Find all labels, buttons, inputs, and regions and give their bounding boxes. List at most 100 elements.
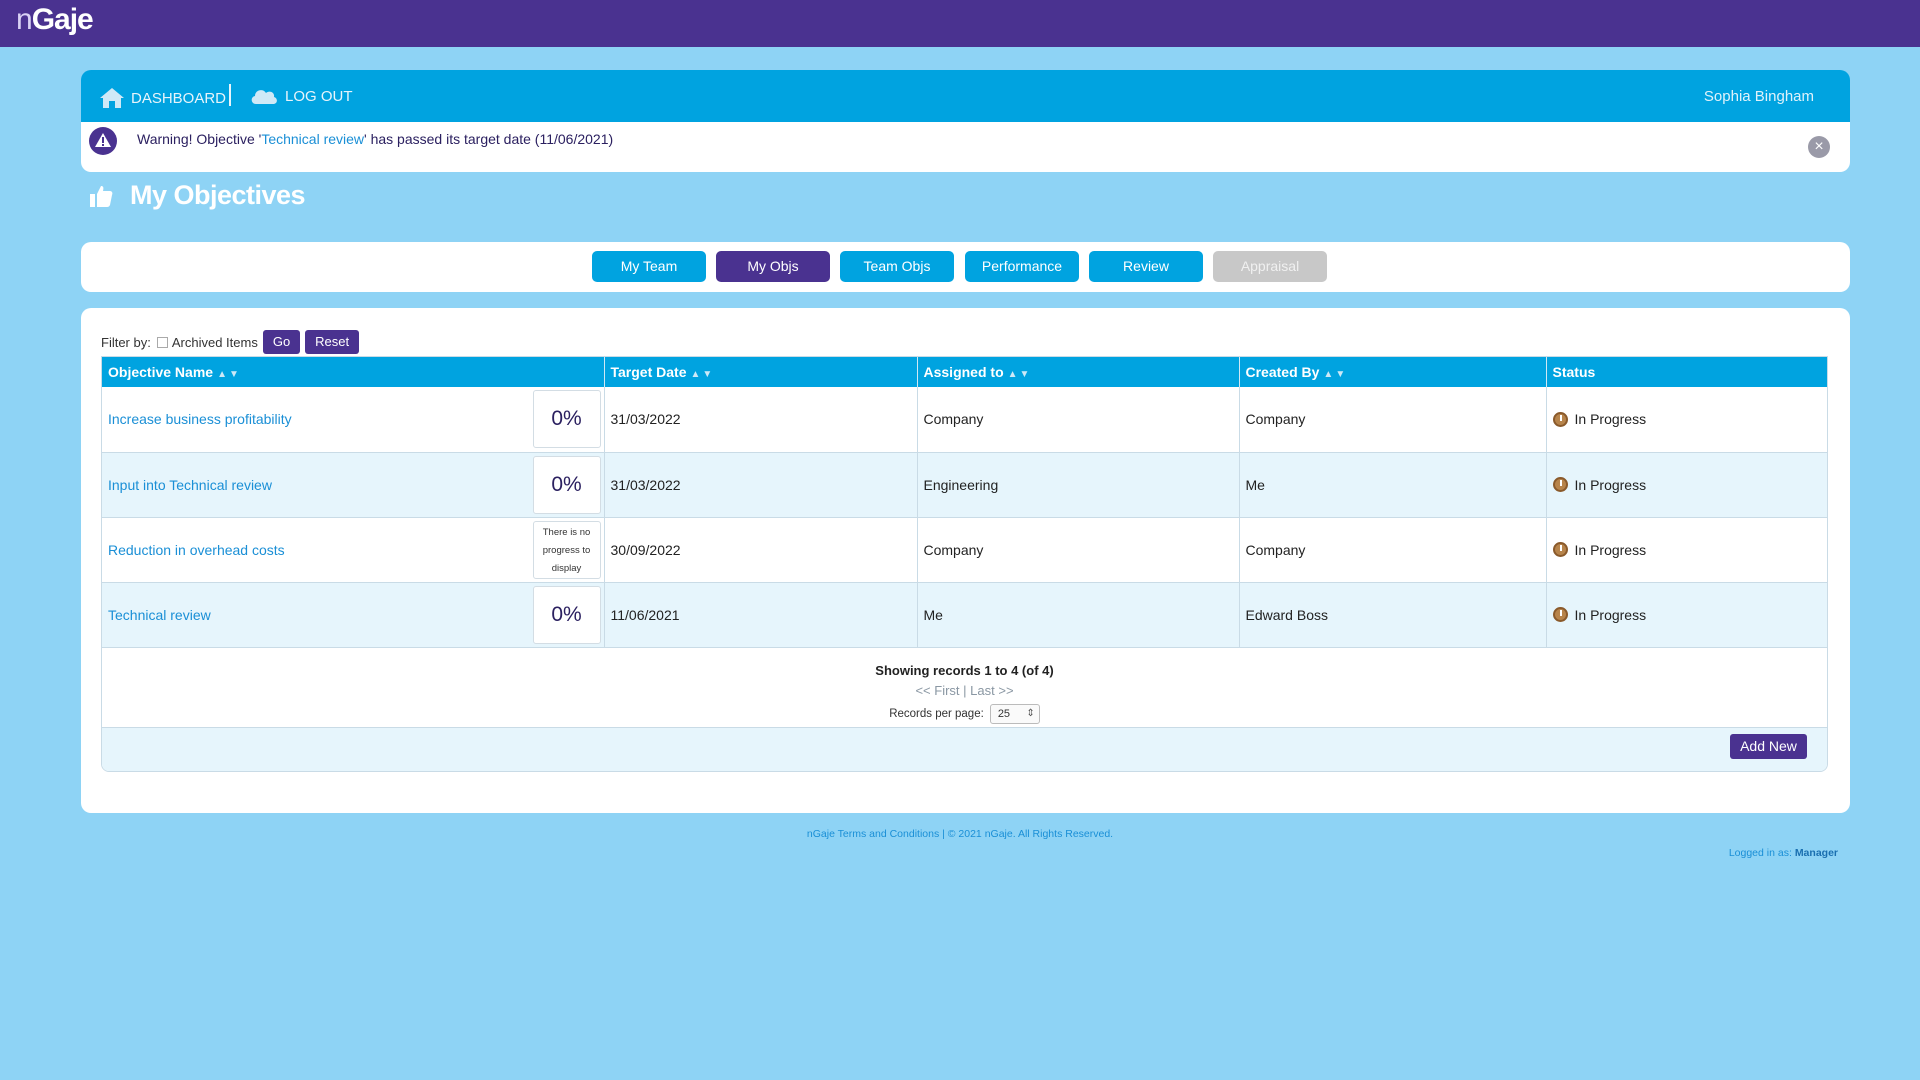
logged-in-label: Logged in as: — [1728, 847, 1792, 859]
created-by: Me — [1239, 452, 1547, 518]
progress-value: 0% — [551, 472, 582, 496]
thumbs-up-icon — [90, 185, 113, 207]
filter-row: Filter by: Archived Items Go Reset — [101, 330, 360, 354]
table-header-row: Objective Name ▲▼ Target Date ▲▼ Assigned … — [102, 357, 1827, 387]
objective-link[interactable]: Input into Technical review — [108, 477, 272, 493]
assigned-to: Company — [917, 517, 1240, 583]
dashboard-label: DASHBOARD — [131, 89, 227, 107]
tab-appraisal: Appraisal — [1213, 251, 1327, 282]
warning-banner: Warning! Objective 'Technical review' ha… — [81, 122, 1850, 172]
progress-box: 0% — [532, 390, 601, 448]
objective-link[interactable]: Increase business profitability — [108, 411, 292, 427]
close-icon[interactable]: × — [1808, 136, 1830, 158]
reset-button[interactable]: Reset — [305, 330, 360, 354]
target-date: 11/06/2021 — [604, 582, 918, 648]
logged-in-info: Logged in as: Manager — [1729, 847, 1838, 859]
status-text: In Progress — [1574, 541, 1647, 558]
status-badge: In Progress — [1552, 541, 1822, 558]
dashboard-link[interactable]: DASHBOARD — [99, 86, 226, 110]
top-bar: nGaje — [0, 0, 1920, 47]
progress-note: There is no progress to display — [542, 526, 591, 574]
column-created-by[interactable]: Created By ▲▼ — [1239, 357, 1547, 387]
warning-prefix: Warning! Objective ' — [137, 131, 262, 147]
records-per-page-label: Records per page: — [889, 708, 984, 720]
tab-team-objs[interactable]: Team Objs — [840, 251, 954, 282]
navigation-bar: DASHBOARD LOG OUT Sophia Bingham — [81, 70, 1850, 122]
column-status: Status — [1546, 357, 1827, 387]
column-assigned-to[interactable]: Assigned to ▲▼ — [917, 357, 1240, 387]
status-text: In Progress — [1574, 411, 1647, 428]
objective-link[interactable]: Reduction in overhead costs — [108, 542, 285, 558]
logo-n: n — [16, 3, 33, 36]
add-new-button[interactable]: Add New — [1730, 734, 1807, 759]
column-target-date[interactable]: Target Date ▲▼ — [604, 357, 918, 387]
first-page-link[interactable]: << First — [915, 683, 959, 698]
home-icon — [100, 88, 124, 108]
tabs-panel: My Team My Objs Team Objs Performance Re… — [81, 242, 1850, 292]
pagination-separator: | — [963, 683, 967, 698]
target-date: 31/03/2022 — [604, 452, 918, 518]
ngaje-logo[interactable]: nGaje — [16, 3, 94, 37]
archived-items-label: Archived Items — [171, 334, 258, 350]
table-row: Increase business profitability 0% 31/03/… — [102, 387, 1827, 453]
records-summary: Showing records 1 to 4 (of 4) — [875, 663, 1054, 678]
sort-icon[interactable]: ▲▼ — [217, 369, 241, 380]
sort-icon[interactable]: ▲▼ — [1323, 369, 1347, 380]
header-label: Status — [1552, 364, 1596, 380]
assigned-to: Me — [917, 582, 1240, 648]
terms-footer[interactable]: nGaje Terms and Conditions | © 2021 nGaj… — [0, 828, 1920, 840]
clock-icon — [1552, 607, 1568, 622]
status-badge: In Progress — [1552, 606, 1822, 623]
logout-link[interactable]: LOG OUT — [249, 86, 353, 106]
progress-box: There is no progress to display — [532, 520, 601, 579]
clock-icon — [1552, 411, 1568, 427]
go-button[interactable]: Go — [262, 330, 301, 354]
objectives-panel: Filter by: Archived Items Go Reset Objec… — [81, 308, 1850, 813]
filter-label: Filter by: — [101, 334, 151, 350]
records-per-page: Records per page: 25 — [102, 704, 1827, 724]
pagination-nav: << First | Last >> — [102, 683, 1827, 698]
table-row: Input into Technical review 0% 31/03/2022… — [102, 452, 1827, 518]
nav-separator — [229, 84, 231, 106]
sort-icon[interactable]: ▲▼ — [690, 369, 714, 380]
assigned-to: Engineering — [917, 452, 1240, 518]
last-page-link[interactable]: Last >> — [970, 683, 1013, 698]
status-badge: In Progress — [1552, 411, 1822, 428]
table-row: Reduction in overhead costs There is no p… — [102, 517, 1827, 583]
warning-suffix: ' has passed its target date (11/06/2021… — [364, 131, 614, 147]
table-row: Technical review 0% 11/06/2021 Me Edward … — [102, 582, 1827, 648]
page-title: My Objectives — [130, 180, 306, 210]
assigned-to: Company — [917, 387, 1240, 453]
objectives-table: Objective Name ▲▼ Target Date ▲▼ Assigned … — [101, 356, 1828, 772]
header-label: Target Date — [610, 364, 687, 380]
tab-performance[interactable]: Performance — [965, 251, 1079, 282]
warning-objective-link[interactable]: Technical review — [261, 131, 364, 147]
progress-box: 0% — [532, 585, 601, 644]
created-by: Edward Boss — [1239, 582, 1547, 648]
status-text: In Progress — [1574, 476, 1647, 493]
created-by: Company — [1239, 387, 1547, 453]
tab-my-team[interactable]: My Team — [592, 251, 706, 282]
clock-icon — [1552, 477, 1568, 492]
status-text: In Progress — [1574, 606, 1647, 623]
tab-my-objs[interactable]: My Objs — [716, 251, 830, 282]
target-date: 30/09/2022 — [604, 517, 918, 583]
progress-box: 0% — [532, 455, 601, 514]
progress-value: 0% — [551, 407, 582, 430]
sort-icon[interactable]: ▲▼ — [1008, 369, 1032, 380]
tab-review[interactable]: Review — [1089, 251, 1203, 282]
column-objective-name[interactable]: Objective Name ▲▼ — [102, 357, 605, 387]
objective-link[interactable]: Technical review — [108, 607, 211, 623]
clock-icon — [1552, 542, 1568, 557]
target-date: 31/03/2022 — [604, 387, 918, 453]
header-label: Assigned to — [923, 364, 1004, 380]
archived-items-checkbox[interactable] — [156, 336, 168, 348]
warning-icon — [89, 127, 117, 155]
logged-in-role: Manager — [1794, 847, 1838, 859]
progress-value: 0% — [551, 602, 582, 626]
cloud-icon — [251, 90, 277, 104]
records-per-page-select[interactable]: 25 — [989, 704, 1040, 724]
user-name[interactable]: Sophia Bingham — [1704, 88, 1814, 105]
status-badge: In Progress — [1552, 476, 1822, 493]
header-label: Created By — [1245, 364, 1320, 380]
